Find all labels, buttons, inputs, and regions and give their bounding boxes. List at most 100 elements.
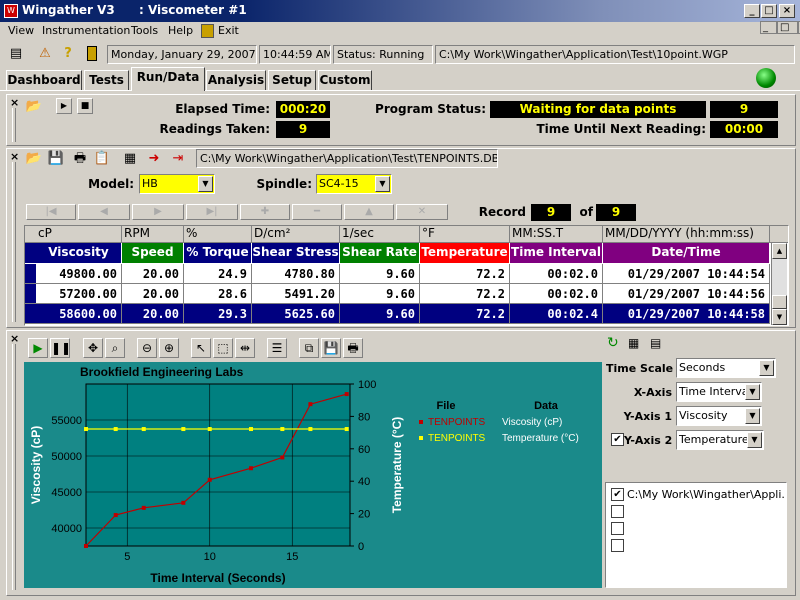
cell-shear-rate[interactable]: 9.60 xyxy=(340,304,420,324)
cell-speed[interactable]: 20.00 xyxy=(122,264,184,284)
pause-graph-button[interactable]: ❚❚ xyxy=(50,338,71,358)
file-checkbox[interactable] xyxy=(611,539,624,552)
properties-icon[interactable]: ☰ xyxy=(267,338,287,358)
header-time-interval[interactable]: Time Interval xyxy=(510,243,603,263)
model-select[interactable]: HB ▼ xyxy=(139,174,215,194)
panel-grip[interactable] xyxy=(12,108,16,142)
header-temperature[interactable]: Temperature xyxy=(420,243,510,263)
cell-shear-stress[interactable]: 4780.80 xyxy=(252,264,340,284)
zoom-out-icon[interactable]: ⊖ xyxy=(137,338,157,358)
cell-viscosity[interactable]: 57200.00 xyxy=(36,284,122,304)
data-panel-grip[interactable] xyxy=(12,162,16,322)
save-icon[interactable]: 💾 xyxy=(46,149,66,169)
restore-button[interactable]: □ xyxy=(761,4,777,18)
export-icon[interactable]: ➜ xyxy=(144,149,164,169)
mdi-window-controls[interactable]: _□× xyxy=(760,21,800,34)
graph-panel-grip[interactable] xyxy=(12,344,16,590)
copy-icon[interactable]: ⧉ xyxy=(299,338,319,358)
open-data-icon[interactable]: 📂 xyxy=(24,149,44,169)
menu-help[interactable]: Help xyxy=(168,24,193,37)
first-record-button[interactable]: |◀ xyxy=(26,204,76,220)
menu-instrumentation[interactable]: Instrumentation xyxy=(42,24,130,37)
header-speed[interactable]: Speed xyxy=(122,243,184,263)
delete-record-button[interactable]: ━ xyxy=(292,204,342,220)
cell-date-time[interactable]: 01/29/2007 10:44:54 xyxy=(603,264,770,284)
cell-speed[interactable]: 20.00 xyxy=(122,284,184,304)
cell-date-time[interactable]: 01/29/2007 10:44:58 xyxy=(603,304,770,324)
tab-tests[interactable]: Tests xyxy=(84,70,129,90)
save-graph-icon[interactable]: 💾 xyxy=(321,338,341,358)
header-viscosity[interactable]: Viscosity xyxy=(36,243,122,263)
row-indicator[interactable] xyxy=(25,304,36,324)
header-torque[interactable]: % Torque xyxy=(184,243,252,263)
header-shear-stress[interactable]: Shear Stress xyxy=(252,243,340,263)
start-graph-button[interactable]: ▶ xyxy=(28,338,48,358)
cell-viscosity[interactable]: 49800.00 xyxy=(36,264,122,284)
print-graph-icon[interactable]: 🖶 xyxy=(343,338,363,358)
tab-setup[interactable]: Setup xyxy=(268,70,316,90)
tab-run-data[interactable]: Run/Data xyxy=(131,67,205,91)
time-scale-select[interactable]: Seconds ▼ xyxy=(676,358,776,378)
y-axis2-select[interactable]: Temperature ▼ xyxy=(676,430,764,450)
cursor-icon[interactable]: ⇹ xyxy=(235,338,255,358)
y-axis2-checkbox[interactable]: ✔ xyxy=(611,433,624,446)
menu-tools[interactable]: Tools xyxy=(131,24,158,37)
close-button[interactable]: × xyxy=(779,4,795,18)
cell-time-interval[interactable]: 00:02.4 xyxy=(510,304,603,324)
cell-shear-stress[interactable]: 5625.60 xyxy=(252,304,340,324)
header-date-time[interactable]: Date/Time xyxy=(603,243,770,263)
cell-temperature[interactable]: 72.2 xyxy=(420,264,510,284)
cell-shear-rate[interactable]: 9.60 xyxy=(340,284,420,304)
file-checkbox[interactable] xyxy=(611,522,624,535)
clipboard-icon[interactable]: 📋 xyxy=(92,149,112,169)
pan-icon[interactable]: ✥ xyxy=(83,338,103,358)
zoom-in-icon[interactable]: ⊕ xyxy=(159,338,179,358)
refresh-icon[interactable]: ↻ xyxy=(607,336,625,352)
chart-svg[interactable]: 5 10 15 40000 45000 50000 55000 0 20 40 60 80 100 Br… xyxy=(24,362,602,588)
cell-time-interval[interactable]: 00:02.0 xyxy=(510,264,603,284)
tab-custom[interactable]: Custom xyxy=(318,70,372,90)
cell-torque[interactable]: 28.6 xyxy=(184,284,252,304)
cell-torque[interactable]: 29.3 xyxy=(184,304,252,324)
layout-icon[interactable]: ▤ xyxy=(6,44,26,64)
grid-scrollbar[interactable]: ▲ ▼ xyxy=(771,243,787,325)
title-bar[interactable]: W Wingather V3 : Viscometer #1 _ □ × xyxy=(0,0,800,22)
select-box-icon[interactable]: ⬚ xyxy=(213,338,233,358)
chart-settings-icon[interactable]: ▤ xyxy=(650,336,668,352)
chart-area[interactable]: 5 10 15 40000 45000 50000 55000 0 20 40 60 80 100 Br… xyxy=(24,362,602,588)
cell-temperature[interactable]: 72.2 xyxy=(420,284,510,304)
row-indicator[interactable] xyxy=(25,264,36,284)
minimize-button[interactable]: _ xyxy=(744,4,760,18)
menu-view[interactable]: View xyxy=(8,24,34,37)
cell-date-time[interactable]: 01/29/2007 10:44:56 xyxy=(603,284,770,304)
zoom-box-icon[interactable]: ⌕ xyxy=(105,338,125,358)
pointer-icon[interactable]: ↖ xyxy=(191,338,211,358)
grid-view-icon[interactable]: ▦ xyxy=(628,336,646,352)
cell-viscosity[interactable]: 58600.00 xyxy=(36,304,122,324)
x-axis-select[interactable]: Time Interval ▼ xyxy=(676,382,762,402)
help-icon[interactable]: ? xyxy=(58,44,78,64)
file-list-label[interactable]: C:\My Work\Wingather\Appli... xyxy=(627,488,785,501)
import-icon[interactable]: ⇥ xyxy=(168,149,188,169)
tab-dashboard[interactable]: Dashboard xyxy=(6,70,82,90)
cell-shear-stress[interactable]: 5491.20 xyxy=(252,284,340,304)
open-folder-icon[interactable]: 📂 xyxy=(24,97,44,117)
cell-temperature[interactable]: 72.2 xyxy=(420,304,510,324)
app-icon[interactable]: W xyxy=(4,4,18,18)
play-icon[interactable]: ▶ xyxy=(56,98,72,114)
cell-torque[interactable]: 24.9 xyxy=(184,264,252,284)
cell-time-interval[interactable]: 00:02.0 xyxy=(510,284,603,304)
row-indicator[interactable] xyxy=(25,284,36,304)
next-record-button[interactable]: ▶ xyxy=(132,204,184,220)
calculator-icon[interactable]: ▦ xyxy=(120,149,140,169)
prev-record-button[interactable]: ◀ xyxy=(78,204,130,220)
stop-icon[interactable]: ■ xyxy=(77,98,93,114)
cell-shear-rate[interactable]: 9.60 xyxy=(340,264,420,284)
file-checkbox[interactable]: ✔ xyxy=(611,488,624,501)
tab-analysis[interactable]: Analysis xyxy=(206,70,266,90)
spindle-select[interactable]: SC4-15 ▼ xyxy=(316,174,392,194)
last-record-button[interactable]: ▶| xyxy=(186,204,238,220)
header-shear-rate[interactable]: Shear Rate xyxy=(340,243,420,263)
alarm-icon[interactable]: ⚠ xyxy=(35,44,55,64)
y-axis1-select[interactable]: Viscosity ▼ xyxy=(676,406,762,426)
